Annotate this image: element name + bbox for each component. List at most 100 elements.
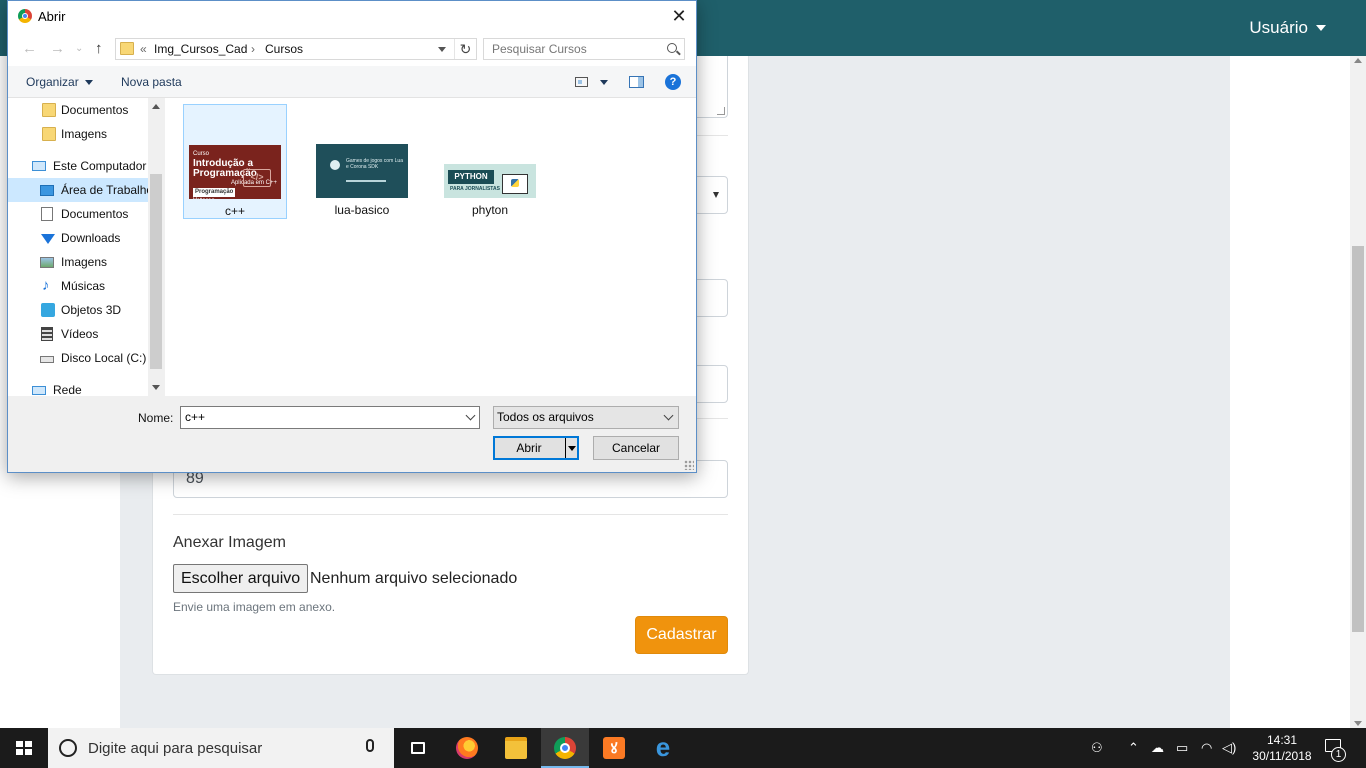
nav-item-documentos-pc[interactable]: Documentos bbox=[8, 202, 148, 226]
back-arrow-icon[interactable]: ← bbox=[22, 40, 37, 57]
resize-grip-icon[interactable] bbox=[684, 460, 694, 470]
file-name-label: Nome: bbox=[138, 411, 174, 425]
cancel-button[interactable]: Cancelar bbox=[593, 436, 679, 460]
address-bar[interactable]: « Img_Cursos_Cad › Cursos ↻ bbox=[115, 38, 477, 60]
dialog-titlebar[interactable]: Abrir ✕ bbox=[8, 1, 696, 32]
firefox-button[interactable] bbox=[443, 728, 491, 768]
refresh-icon[interactable]: ↻ bbox=[454, 39, 476, 59]
nav-item-label: Vídeos bbox=[61, 327, 99, 341]
dialog-navigation-bar: ← → ⌄ ↑ « Img_Cursos_Cad › Cursos ↻ Pesq… bbox=[8, 32, 696, 66]
notification-badge: 1 bbox=[1331, 747, 1346, 762]
breadcrumb-cursos[interactable]: Cursos bbox=[265, 42, 303, 56]
help-icon[interactable]: ? bbox=[665, 74, 681, 90]
volume-icon[interactable]: ◁) bbox=[1222, 740, 1236, 756]
folder-icon bbox=[42, 103, 56, 117]
battery-icon[interactable]: ▭ bbox=[1176, 740, 1188, 756]
taskbar-clock[interactable]: 14:31 30/11/2018 bbox=[1252, 732, 1312, 764]
up-arrow-icon[interactable]: ↑ bbox=[95, 40, 103, 57]
nav-item-imagens[interactable]: Imagens bbox=[8, 122, 148, 146]
open-button[interactable]: Abrir bbox=[493, 436, 579, 460]
file-item-cpp[interactable]: Curso Introdução a Programação Aplicada … bbox=[183, 104, 287, 219]
new-folder-button[interactable]: Nova pasta bbox=[121, 75, 182, 89]
file-name-input[interactable]: c++ bbox=[180, 406, 480, 429]
image-label: Anexar Imagem bbox=[173, 534, 286, 551]
nav-item-este-computador[interactable]: Este Computador bbox=[8, 154, 148, 178]
nav-item-label: Área de Trabalho bbox=[61, 183, 148, 197]
thumbnail-text: Programação bbox=[193, 188, 236, 197]
nav-item-label: Objetos 3D bbox=[61, 303, 122, 317]
thumbnail-line bbox=[346, 180, 386, 182]
organize-label: Organizar bbox=[26, 75, 79, 89]
file-type-select[interactable]: Todos os arquivos bbox=[493, 406, 679, 429]
dialog-search-input[interactable]: Pesquisar Cursos bbox=[483, 38, 685, 60]
nav-pane-scrollbar[interactable] bbox=[148, 98, 164, 396]
open-options-dropdown[interactable] bbox=[565, 438, 577, 458]
chrome-icon bbox=[554, 737, 576, 759]
edge-button[interactable]: e bbox=[639, 728, 687, 768]
start-button[interactable] bbox=[0, 728, 48, 768]
file-item-lua-basico[interactable]: Games de jogos com Lua e Corona SDK lua-… bbox=[311, 104, 415, 219]
user-menu[interactable]: Usuário bbox=[1249, 18, 1326, 38]
search-icon bbox=[667, 43, 677, 53]
scroll-up-arrow-icon[interactable] bbox=[152, 104, 160, 109]
people-icon[interactable]: ⚇ bbox=[1091, 740, 1103, 756]
microphone-icon[interactable] bbox=[366, 739, 374, 752]
recent-locations-icon[interactable]: ⌄ bbox=[75, 43, 83, 54]
scrollbar-thumb[interactable] bbox=[150, 174, 162, 369]
download-icon bbox=[41, 234, 55, 244]
breadcrumb-img-cursos-cad[interactable]: Img_Cursos_Cad bbox=[154, 42, 247, 56]
xampp-button[interactable]: ꙋ bbox=[590, 728, 638, 768]
nav-item-videos[interactable]: Vídeos bbox=[8, 322, 148, 346]
wifi-icon[interactable]: ◠ bbox=[1201, 740, 1212, 756]
file-thumbnail: Curso Introdução a Programação Aplicada … bbox=[189, 145, 281, 199]
thumbnail-text: Games de jogos com Lua e Corona SDK bbox=[346, 158, 403, 170]
file-name-value: c++ bbox=[185, 410, 206, 424]
forward-arrow-icon[interactable]: → bbox=[50, 40, 65, 57]
nav-item-documentos[interactable]: Documentos bbox=[8, 98, 148, 122]
nav-item-label: Este Computador bbox=[53, 159, 147, 173]
chrome-icon bbox=[18, 9, 32, 23]
clock-time: 14:31 bbox=[1266, 733, 1298, 747]
chevron-down-icon[interactable] bbox=[465, 410, 476, 421]
scroll-up-arrow-icon[interactable] bbox=[1354, 58, 1362, 63]
choose-file-button[interactable]: Escolher arquivo bbox=[173, 564, 309, 593]
no-file-text: Nenhum arquivo selecionado bbox=[310, 570, 518, 587]
taskbar-search-placeholder: Digite aqui para pesquisar bbox=[88, 740, 263, 757]
onedrive-icon[interactable]: ☁ bbox=[1151, 740, 1164, 756]
chevron-down-icon bbox=[84, 79, 93, 85]
nav-item-area-de-trabalho[interactable]: Área de Trabalho bbox=[8, 178, 148, 202]
nav-item-disco-local[interactable]: Disco Local (C:) bbox=[8, 346, 148, 370]
chevron-down-icon[interactable] bbox=[438, 47, 446, 52]
chevron-up-icon[interactable]: ⌃ bbox=[1128, 740, 1139, 756]
scrollbar-thumb[interactable] bbox=[1352, 246, 1364, 632]
file-item-phyton[interactable]: PYTHON PARA JORNALISTAS phyton bbox=[439, 104, 543, 219]
nav-item-objetos-3d[interactable]: Objetos 3D bbox=[8, 298, 148, 322]
preview-pane-icon[interactable] bbox=[629, 76, 644, 88]
file-explorer-button[interactable] bbox=[492, 728, 540, 768]
file-name: lua-basico bbox=[334, 203, 390, 217]
task-view-button[interactable] bbox=[394, 728, 442, 768]
address-overflow[interactable]: « bbox=[140, 42, 147, 56]
nav-item-label: Disco Local (C:) bbox=[61, 351, 147, 365]
objects-3d-icon bbox=[41, 303, 55, 317]
organize-menu[interactable]: Organizar bbox=[26, 75, 93, 89]
music-icon: ♪ bbox=[42, 277, 50, 294]
chevron-down-icon bbox=[663, 410, 674, 421]
page-scrollbar[interactable] bbox=[1350, 56, 1366, 728]
file-thumbnail: Games de jogos com Lua e Corona SDK bbox=[316, 144, 408, 198]
nav-item-imagens-pc[interactable]: Imagens bbox=[8, 250, 148, 274]
resize-grip-icon[interactable] bbox=[717, 107, 725, 115]
taskbar-search-box[interactable]: Digite aqui para pesquisar bbox=[48, 728, 394, 768]
view-options-icon[interactable] bbox=[575, 77, 588, 87]
submit-button[interactable]: Cadastrar bbox=[635, 616, 728, 654]
scroll-down-arrow-icon[interactable] bbox=[1354, 721, 1362, 726]
close-button[interactable]: ✕ bbox=[662, 1, 696, 32]
user-menu-label: Usuário bbox=[1249, 18, 1308, 37]
taskbar: Digite aqui para pesquisar ꙋ e ⚇ ⌃ ☁ ▭ ◠… bbox=[0, 728, 1366, 768]
scroll-down-arrow-icon[interactable] bbox=[152, 385, 160, 390]
chrome-button[interactable] bbox=[541, 728, 589, 768]
nav-item-musicas[interactable]: ♪ Músicas bbox=[8, 274, 148, 298]
nav-item-downloads[interactable]: Downloads bbox=[8, 226, 148, 250]
chevron-down-icon[interactable] bbox=[600, 80, 608, 85]
disk-icon bbox=[40, 356, 54, 363]
